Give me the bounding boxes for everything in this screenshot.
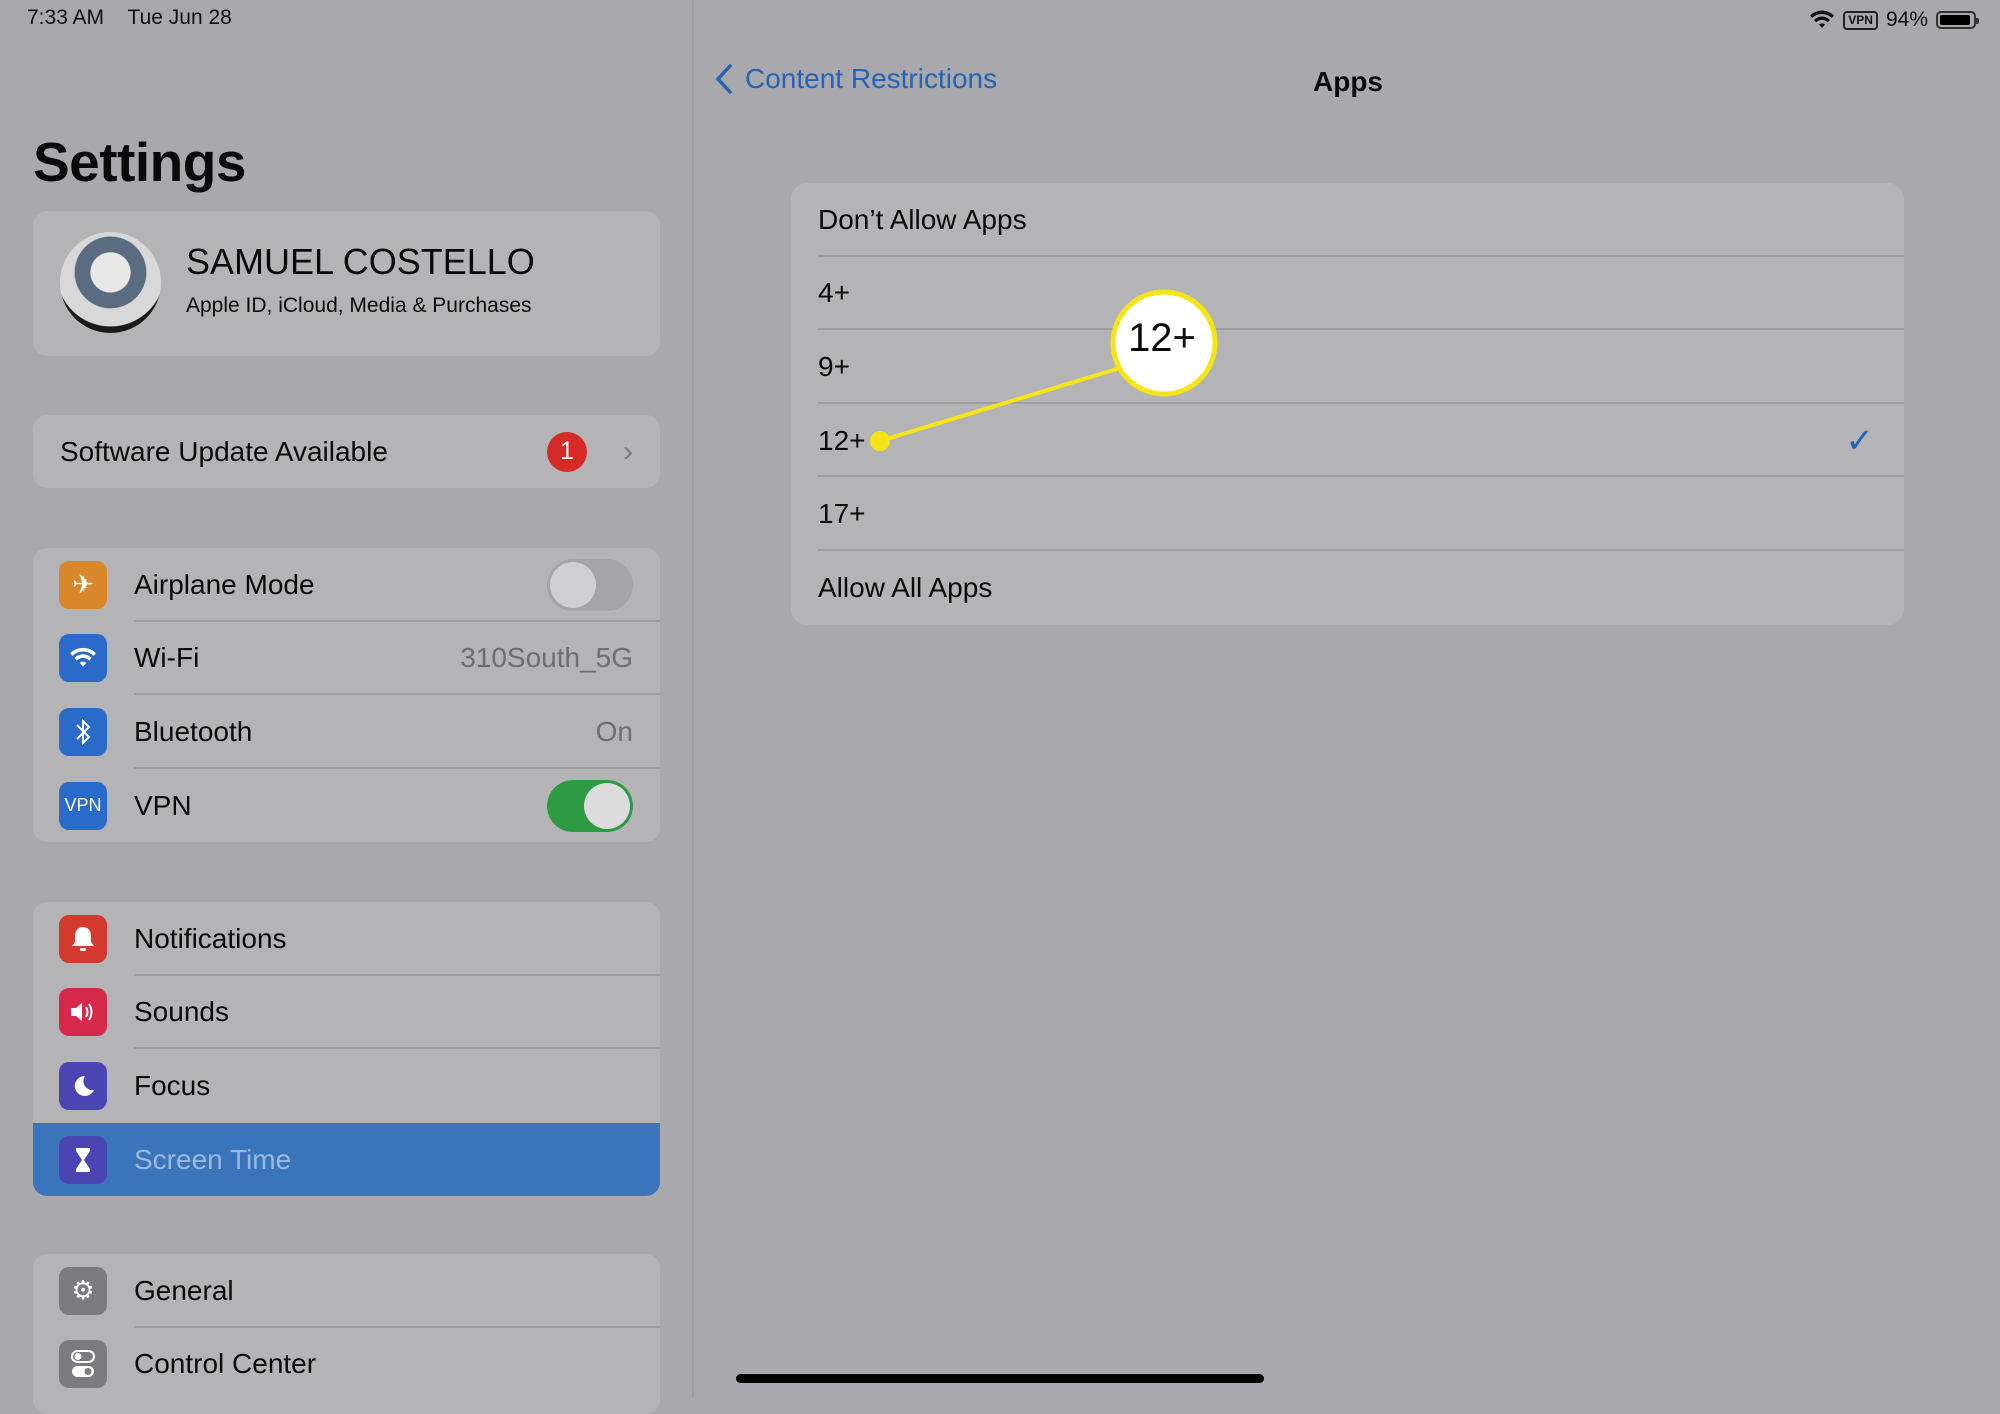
callout-dot [870,431,890,451]
callout-label: 12+ [1128,316,1196,360]
callout-line [879,366,1121,443]
home-indicator[interactable] [736,1374,1264,1383]
callout-annotation [870,289,1218,451]
